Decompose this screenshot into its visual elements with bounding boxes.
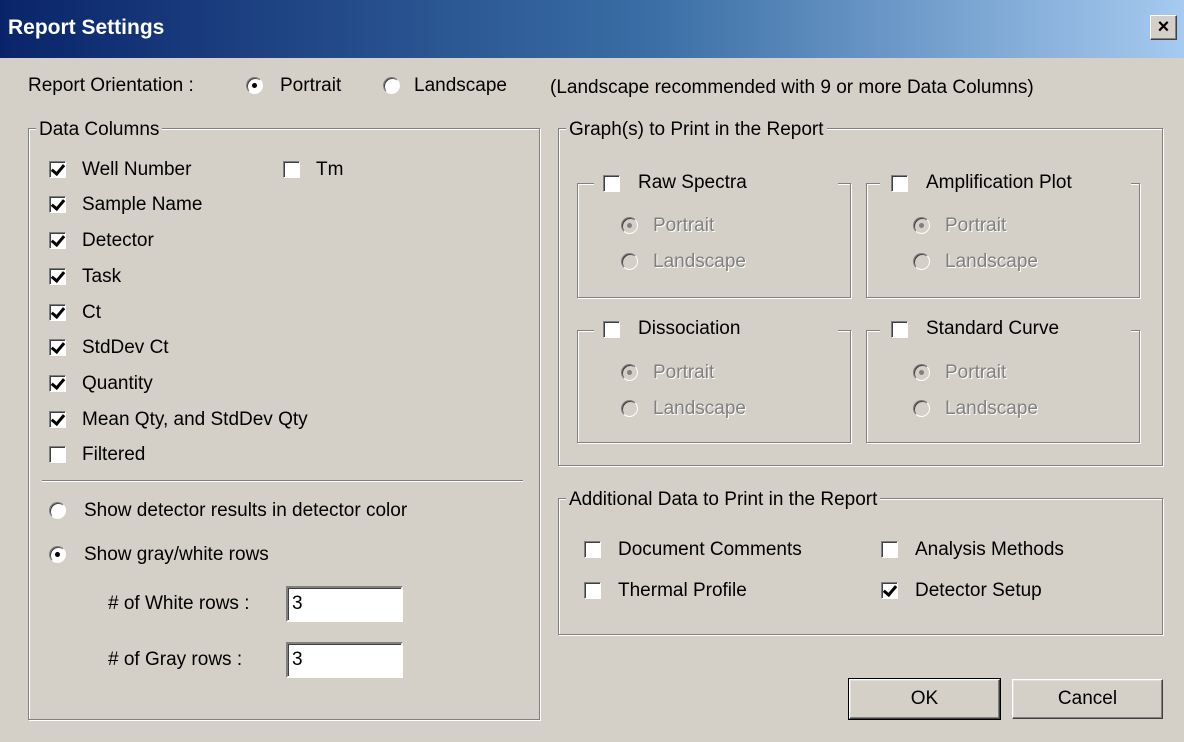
thermal-profile-label[interactable]: Thermal Profile	[618, 580, 747, 602]
orientation-portrait-radio[interactable]	[246, 77, 263, 94]
standard-curve-checkbox[interactable]	[891, 321, 908, 338]
raw-spectra-portrait-radio[interactable]	[621, 217, 638, 234]
orientation-landscape-radio[interactable]	[383, 77, 400, 94]
graphs-title: Graph(s) to Print in the Report	[566, 119, 827, 141]
detector-color-label[interactable]: Show detector results in detector color	[84, 500, 407, 522]
analysis-methods-checkbox[interactable]	[881, 541, 898, 558]
dissociation-landscape-label: Landscape	[653, 398, 746, 419]
detector-setup-checkbox[interactable]	[881, 582, 898, 599]
standard-curve-landscape-label: Landscape	[945, 398, 1038, 419]
orientation-label: Report Orientation :	[28, 75, 194, 96]
amplification-plot-checkbox[interactable]	[891, 175, 908, 192]
task-checkbox[interactable]	[49, 268, 66, 285]
window-title: Report Settings	[8, 16, 165, 39]
quantity-label[interactable]: Quantity	[82, 373, 153, 395]
sample-name-label[interactable]: Sample Name	[82, 194, 202, 216]
tm-checkbox[interactable]	[283, 161, 300, 178]
dissociation-box	[577, 330, 851, 443]
additional-data-title: Additional Data to Print in the Report	[566, 489, 881, 511]
data-columns-title: Data Columns	[36, 119, 163, 141]
raw-spectra-label[interactable]: Raw Spectra	[638, 172, 747, 194]
stddev-ct-label[interactable]: StdDev Ct	[82, 337, 169, 359]
tm-label[interactable]: Tm	[316, 159, 343, 181]
orientation-portrait-label[interactable]: Portrait	[280, 75, 341, 97]
raw-spectra-box	[577, 183, 851, 298]
well-number-checkbox[interactable]	[49, 161, 66, 178]
detector-checkbox[interactable]	[49, 232, 66, 249]
gray-rows-label: # of Gray rows :	[108, 649, 243, 670]
mean-qty-checkbox[interactable]	[49, 411, 66, 428]
standard-curve-label[interactable]: Standard Curve	[926, 318, 1059, 340]
dissociation-portrait-radio[interactable]	[621, 364, 638, 381]
close-button[interactable]: ×	[1150, 15, 1177, 40]
amplification-plot-landscape-label: Landscape	[945, 251, 1038, 272]
amplification-plot-label[interactable]: Amplification Plot	[926, 172, 1072, 194]
amplification-plot-portrait-radio[interactable]	[913, 217, 930, 234]
raw-spectra-landscape-label: Landscape	[653, 251, 746, 272]
detector-label[interactable]: Detector	[82, 230, 154, 252]
raw-spectra-checkbox[interactable]	[603, 175, 620, 192]
ct-label[interactable]: Ct	[82, 302, 101, 324]
dissociation-landscape-radio[interactable]	[621, 400, 638, 417]
amplification-plot-box	[866, 183, 1140, 298]
ok-button[interactable]: OK	[848, 678, 1001, 720]
mean-qty-label[interactable]: Mean Qty, and StdDev Qty	[82, 409, 308, 431]
orientation-landscape-label[interactable]: Landscape	[414, 75, 507, 97]
cancel-button[interactable]: Cancel	[1012, 679, 1163, 719]
standard-curve-portrait-label: Portrait	[945, 362, 1007, 383]
filtered-label[interactable]: Filtered	[82, 444, 145, 466]
additional-data-group	[558, 498, 1163, 635]
standard-curve-landscape-radio[interactable]	[913, 400, 930, 417]
quantity-checkbox[interactable]	[49, 375, 66, 392]
task-label[interactable]: Task	[82, 266, 121, 288]
dissociation-portrait-label: Portrait	[653, 362, 715, 383]
dissociation-label[interactable]: Dissociation	[638, 318, 740, 340]
white-rows-input[interactable]	[286, 586, 403, 622]
amplification-plot-portrait-label: Portrait	[945, 215, 1007, 236]
raw-spectra-portrait-label: Portrait	[653, 215, 715, 236]
ct-checkbox[interactable]	[49, 304, 66, 321]
thermal-profile-checkbox[interactable]	[584, 582, 601, 599]
raw-spectra-landscape-radio[interactable]	[621, 253, 638, 270]
title-bar: Report Settings ×	[0, 0, 1184, 58]
detector-color-radio[interactable]	[49, 502, 66, 519]
standard-curve-box	[866, 330, 1140, 443]
analysis-methods-label[interactable]: Analysis Methods	[915, 539, 1064, 561]
orientation-hint: (Landscape recommended with 9 or more Da…	[550, 77, 1034, 98]
sample-name-checkbox[interactable]	[49, 196, 66, 213]
document-comments-label[interactable]: Document Comments	[618, 539, 802, 561]
standard-curve-portrait-radio[interactable]	[913, 364, 930, 381]
white-rows-label: # of White rows :	[108, 593, 250, 614]
dissociation-checkbox[interactable]	[603, 321, 620, 338]
stddev-ct-checkbox[interactable]	[49, 339, 66, 356]
amplification-plot-landscape-radio[interactable]	[913, 253, 930, 270]
gray-white-radio[interactable]	[49, 546, 66, 563]
detector-setup-label[interactable]: Detector Setup	[915, 580, 1042, 602]
filtered-checkbox[interactable]	[49, 446, 66, 463]
gray-rows-input[interactable]	[286, 642, 403, 678]
document-comments-checkbox[interactable]	[584, 541, 601, 558]
gray-white-label[interactable]: Show gray/white rows	[84, 544, 269, 566]
separator	[42, 480, 523, 482]
well-number-label[interactable]: Well Number	[82, 159, 191, 181]
